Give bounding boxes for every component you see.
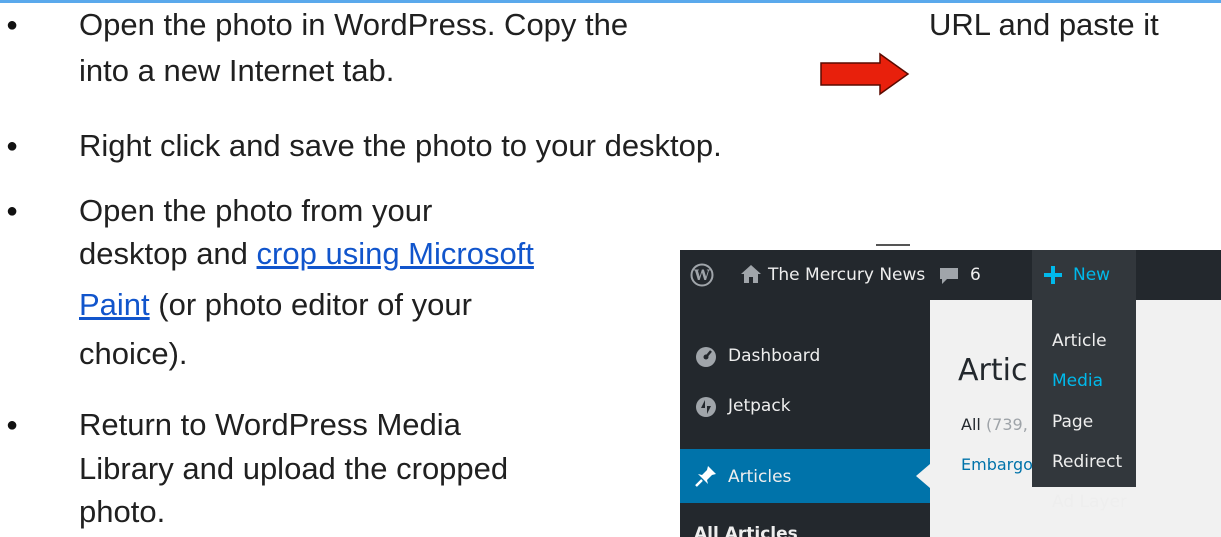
bullet-3-line-2: desktop and crop using Microsoft [79, 235, 534, 273]
bullet-1-line-1-end: URL and paste it [929, 7, 1159, 42]
bullet-3-line-3: Paint (or photo editor of your [79, 286, 472, 324]
pin-icon [695, 466, 716, 487]
filter-all-label: All [961, 415, 981, 434]
crop-paint-link-continued[interactable]: Paint [79, 287, 150, 322]
wp-active-pointer [916, 464, 930, 488]
home-icon[interactable] [740, 264, 762, 284]
bullet-3: ● [6, 200, 19, 222]
bullet-3-text-suffix: (or photo editor of your [149, 287, 472, 322]
bullet-2: ● [6, 135, 19, 157]
svg-text:W: W [693, 268, 710, 284]
plus-icon[interactable] [1043, 265, 1063, 285]
new-menu-ad-layer[interactable]: Ad Layer [1052, 491, 1127, 513]
bullet-2-text: Right click and save the photo to your d… [79, 128, 722, 163]
sidebar-item-jetpack[interactable]: Jetpack [728, 395, 791, 417]
bullet-3-line-4: choice). [79, 336, 188, 371]
arrow-right-icon [820, 52, 910, 96]
bullet-3-text-prefix: desktop and [79, 236, 257, 271]
site-name[interactable]: The Mercury News [768, 264, 925, 286]
new-menu-media[interactable]: Media [1052, 370, 1103, 392]
dashboard-icon [696, 347, 716, 367]
sidebar-item-dashboard[interactable]: Dashboard [728, 345, 820, 367]
wordpress-screenshot: W The Mercury News 6 New Article Media P… [680, 250, 1221, 537]
filter-embargo[interactable]: Embargo [961, 454, 1033, 476]
wordpress-logo-icon[interactable]: W [690, 263, 714, 287]
bullet-4-line-3: photo. [79, 494, 166, 529]
new-button[interactable]: New [1073, 264, 1110, 286]
filter-all[interactable]: All (739, [961, 414, 1028, 436]
bullet-3-line-1: Open the photo from your [79, 193, 433, 228]
filter-all-count: (739, [985, 415, 1028, 434]
new-menu-article[interactable]: Article [1052, 330, 1107, 352]
bullet-1-line-2: into a new Internet tab. [79, 53, 395, 88]
bullet-1: ● [6, 14, 19, 36]
crop-paint-link[interactable]: crop using Microsoft [257, 236, 534, 271]
bullet-4-line-1: Return to WordPress Media [79, 407, 461, 442]
comments-count[interactable]: 6 [970, 264, 981, 286]
jetpack-icon [696, 397, 716, 417]
bullet-1-line-1: Open the photo in WordPress. Copy the [79, 7, 629, 42]
new-menu-redirect[interactable]: Redirect [1052, 451, 1122, 473]
sidebar-item-articles[interactable]: Articles [728, 466, 791, 488]
sidebar-item-all-articles[interactable]: All Articles [694, 523, 798, 537]
cut-mark [876, 244, 910, 246]
comment-icon[interactable] [938, 266, 960, 286]
new-menu-page[interactable]: Page [1052, 411, 1093, 433]
page-title: Artic [958, 353, 1028, 388]
top-divider [0, 0, 1221, 3]
bullet-4-line-2: Library and upload the cropped [79, 451, 509, 486]
bullet-4: ● [6, 414, 19, 436]
